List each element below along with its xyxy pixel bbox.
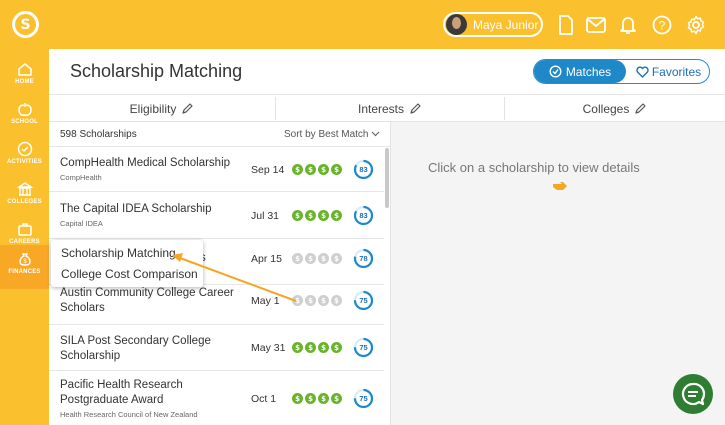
chat-icon (681, 382, 706, 406)
chat-button[interactable] (673, 374, 713, 414)
annotation-arrow (172, 253, 297, 302)
